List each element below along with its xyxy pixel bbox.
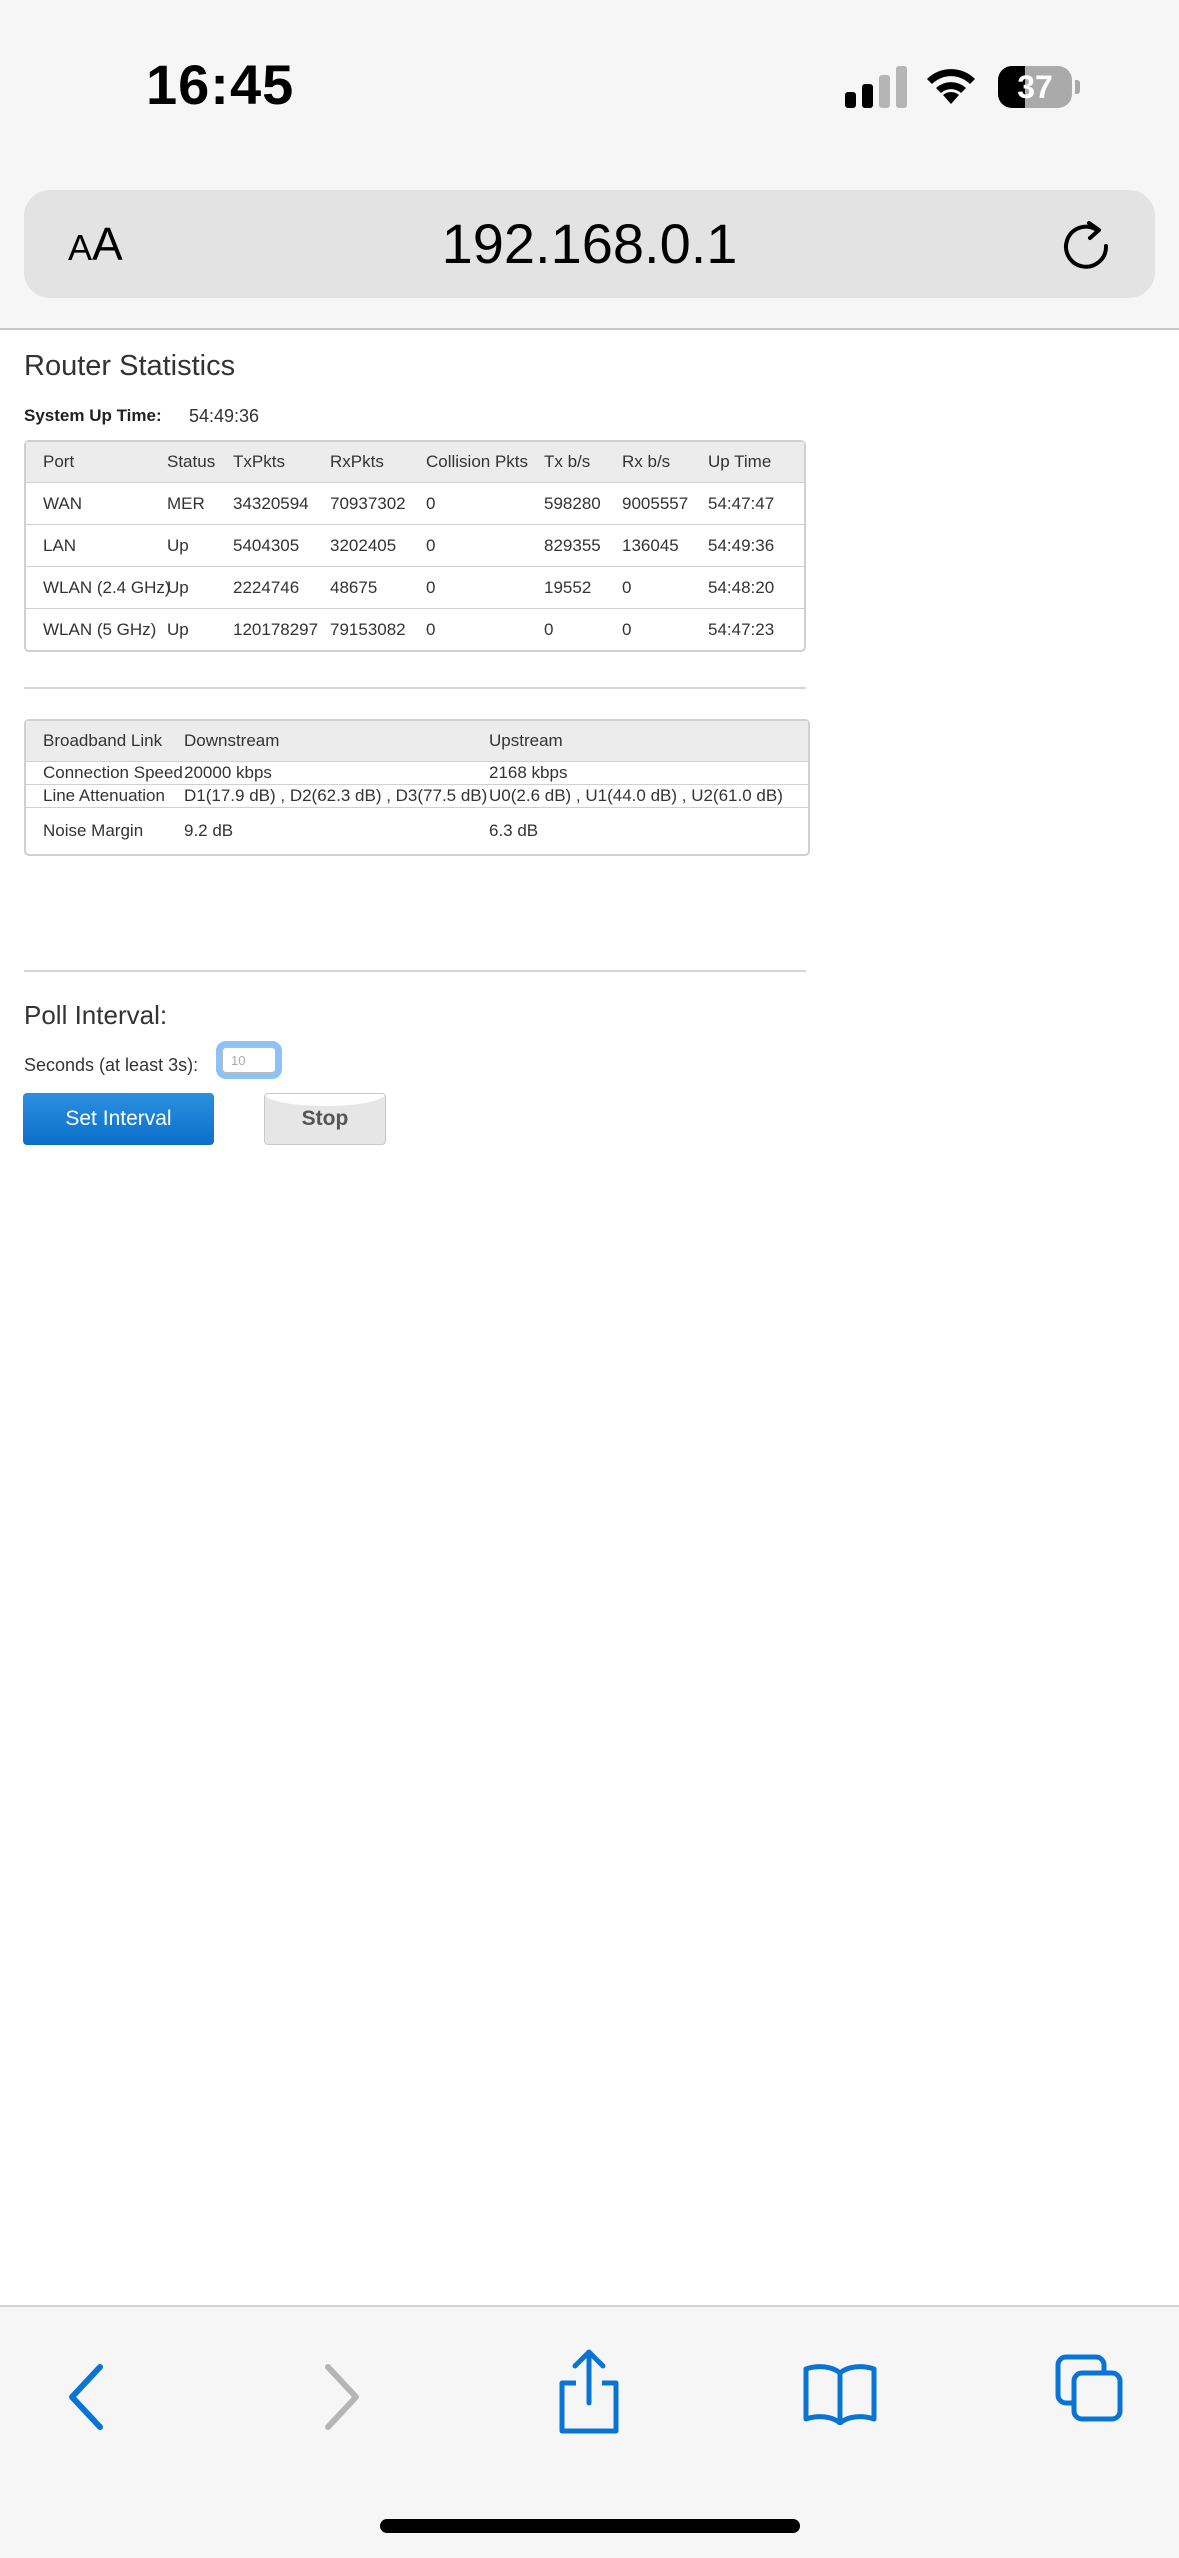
battery-icon: 37	[998, 66, 1080, 108]
reload-icon[interactable]	[1060, 220, 1112, 272]
table-cell: 0	[426, 482, 544, 524]
table-row: Noise Margin 9.2 dB 6.3 dB	[26, 807, 808, 854]
share-icon[interactable]	[556, 2347, 622, 2437]
battery-level: 37	[1017, 69, 1053, 105]
table-cell: 598280	[544, 482, 622, 524]
table-cell: 0	[426, 524, 544, 566]
table-cell: 48675	[330, 566, 426, 608]
col-header: Rx b/s	[622, 452, 671, 471]
table-cell: 19552	[544, 566, 622, 608]
table-cell: 9005557	[622, 482, 708, 524]
col-header: Broadband Link	[43, 731, 163, 750]
table-cell: Up	[167, 608, 233, 650]
table-row: WLAN (5 GHz) Up 120178297 79153082 0 0 0…	[26, 608, 804, 650]
table-cell: 2224746	[233, 566, 330, 608]
table-row: WLAN (2.4 GHz) Up 2224746 48675 0 19552 …	[26, 566, 804, 608]
col-header: TxPkts	[233, 452, 285, 471]
bookmarks-icon[interactable]	[802, 2361, 878, 2425]
section-divider	[24, 687, 806, 689]
poll-interval-input[interactable]	[222, 1047, 276, 1073]
col-header: Collision Pkts	[426, 452, 529, 471]
system-uptime-label: System Up Time:	[24, 406, 162, 425]
home-indicator	[380, 2519, 800, 2533]
table-cell: 136045	[622, 524, 708, 566]
seconds-label: Seconds (at least 3s):	[24, 1055, 199, 1075]
wifi-icon	[927, 69, 975, 104]
table-cell: 54:49:36	[708, 524, 804, 566]
tabs-icon[interactable]	[1054, 2353, 1124, 2423]
browser-top-bar: AA 192.168.0.1	[0, 170, 1179, 330]
table-cell: 3202405	[330, 524, 426, 566]
table-cell: 0	[622, 608, 708, 650]
table-row: Line Attenuation D1(17.9 dB) , D2(62.3 d…	[26, 784, 808, 807]
table-cell: Connection Speed	[26, 761, 184, 784]
table-cell: 120178297	[233, 608, 330, 650]
table-cell: 6.3 dB	[489, 807, 808, 854]
table-cell: 9.2 dB	[184, 807, 489, 854]
col-header: RxPkts	[330, 452, 384, 471]
col-header: Downstream	[184, 731, 280, 750]
status-bar: 16:45 37	[0, 0, 1179, 170]
col-header: Up Time	[708, 452, 772, 471]
url-text[interactable]: 192.168.0.1	[24, 190, 1155, 298]
cellular-signal-icon	[845, 66, 907, 108]
table-cell: 0	[622, 566, 708, 608]
set-interval-button[interactable]: Set Interval	[23, 1093, 214, 1145]
table-cell: WLAN (5 GHz)	[26, 608, 167, 650]
table-header-row: Port Status TxPkts RxPkts Collision Pkts…	[26, 442, 804, 482]
section-divider	[24, 970, 806, 972]
table-cell: 54:48:20	[708, 566, 804, 608]
poll-interval-title: Poll Interval:	[24, 1000, 168, 1030]
table-header-row: Broadband Link Downstream Upstream	[26, 721, 808, 761]
table-cell: 0	[426, 608, 544, 650]
browser-toolbar	[0, 2305, 1179, 2558]
table-cell: 54:47:23	[708, 608, 804, 650]
table-cell: WLAN (2.4 GHz)	[26, 566, 171, 608]
address-bar[interactable]: AA 192.168.0.1	[24, 190, 1155, 298]
broadband-link-table: Broadband Link Downstream Upstream Conne…	[24, 719, 810, 856]
table-cell: D1(17.9 dB) , D2(62.3 dB) , D3(77.5 dB)	[184, 784, 489, 805]
table-row: LAN Up 5404305 3202405 0 829355 136045 5…	[26, 524, 804, 566]
table-cell: 34320594	[233, 482, 330, 524]
table-cell: WAN	[26, 482, 167, 524]
table-row: WAN MER 34320594 70937302 0 598280 90055…	[26, 482, 804, 524]
table-cell: 829355	[544, 524, 622, 566]
system-uptime-value: 54:49:36	[189, 406, 260, 426]
table-cell: 0	[426, 566, 544, 608]
col-header: Status	[167, 452, 216, 471]
table-cell: Up	[167, 566, 233, 608]
clock: 16:45	[146, 53, 295, 116]
table-cell: LAN	[26, 524, 167, 566]
stop-button[interactable]: Stop	[264, 1093, 386, 1145]
stop-button-label: Stop	[301, 1107, 349, 1130]
page-title: Router Statistics	[24, 350, 236, 382]
col-header: Tx b/s	[544, 452, 591, 471]
table-cell: MER	[167, 482, 233, 524]
table-cell: Noise Margin	[26, 807, 184, 854]
table-cell: 0	[544, 608, 622, 650]
col-header: Upstream	[489, 731, 563, 750]
table-cell: 5404305	[233, 524, 330, 566]
table-cell: 70937302	[330, 482, 426, 524]
table-cell: 2168 kbps	[489, 761, 808, 784]
col-header: Port	[43, 452, 75, 471]
table-cell: 54:47:47	[708, 482, 804, 524]
forward-icon[interactable]	[318, 2359, 366, 2435]
table-cell: Up	[167, 524, 233, 566]
back-icon[interactable]	[62, 2359, 110, 2435]
table-cell: U0(2.6 dB) , U1(44.0 dB) , U2(61.0 dB)	[489, 784, 808, 807]
table-cell: Line Attenuation	[26, 784, 184, 807]
table-row: Connection Speed 20000 kbps 2168 kbps	[26, 761, 808, 784]
table-cell: 79153082	[330, 608, 426, 650]
router-stats-table: Port Status TxPkts RxPkts Collision Pkts…	[24, 440, 806, 652]
table-cell: 20000 kbps	[184, 761, 489, 784]
